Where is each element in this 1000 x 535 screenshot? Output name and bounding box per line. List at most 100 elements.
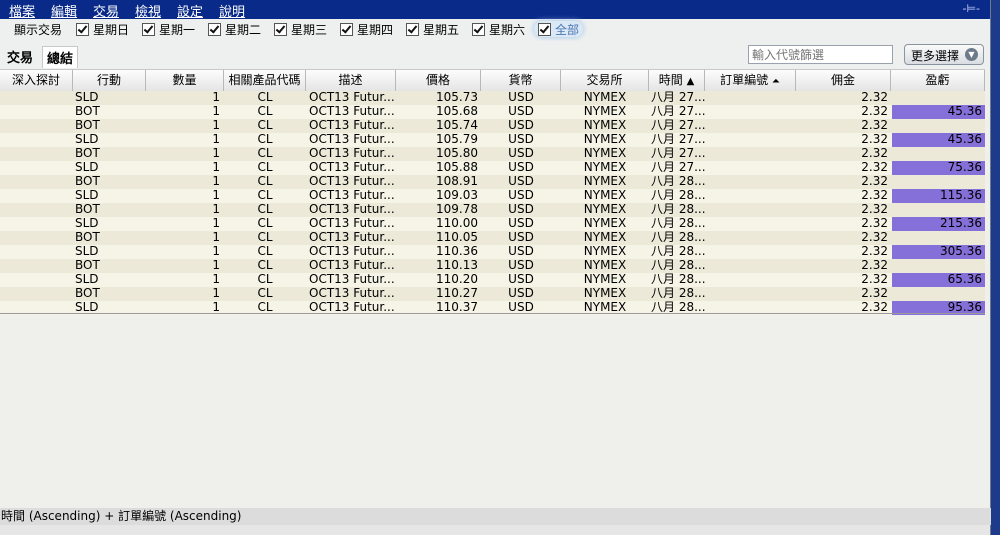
col-exchange[interactable]: 交易所: [561, 70, 649, 91]
trade-commission: 2.32: [861, 287, 888, 300]
pin-icon[interactable]: -⊨-: [962, 2, 980, 15]
trade-symbol: CL: [257, 133, 273, 146]
trade-currency: USD: [508, 259, 534, 272]
table-row[interactable]: BOT 1 CL OCT13 Futur... 110.05 USD NYMEX 八月 28.…: [0, 231, 985, 245]
trade-description: OCT13 Futur...: [309, 189, 395, 202]
symbol-filter-input[interactable]: [748, 45, 893, 64]
trade-symbol: CL: [257, 147, 273, 160]
col-commission[interactable]: 佣金: [796, 70, 891, 91]
menu-file[interactable]: 檔案: [9, 1, 35, 20]
menu-edit[interactable]: 編輯: [51, 1, 77, 20]
table-row[interactable]: SLD 1 CL OCT13 Futur... 105.73 USD NYMEX 八月 27.…: [0, 91, 985, 105]
trade-price: 110.05: [436, 231, 478, 244]
more-options-button[interactable]: 更多選擇 ▼: [904, 44, 984, 65]
day-checkbox-sunday[interactable]: 星期日: [76, 21, 129, 37]
trades-window: 檔案 編輯 交易 檢視 設定 說明 -⊨- 顯示交易 星期日 星期一 星期二 星…: [0, 0, 991, 535]
table-row[interactable]: SLD 1 CL OCT13 Futur... 110.20 USD NYMEX 八月 28.…: [0, 273, 985, 287]
trade-currency: USD: [508, 287, 534, 300]
trade-quantity: 1: [212, 189, 220, 202]
trade-price: 109.78: [436, 203, 478, 216]
trade-action: SLD: [75, 133, 99, 146]
trade-pnl: [892, 147, 985, 161]
col-underlying[interactable]: 相關產品代碼: [224, 70, 306, 91]
trade-currency: USD: [508, 245, 534, 258]
tab-summary[interactable]: 總結: [42, 46, 79, 68]
trade-symbol: CL: [257, 231, 273, 244]
chevron-down-icon: ▼: [965, 48, 978, 61]
col-description[interactable]: 描述: [306, 70, 396, 91]
col-price[interactable]: 價格: [396, 70, 481, 91]
trade-pnl: 115.36: [892, 189, 985, 203]
trade-commission: 2.32: [861, 217, 888, 230]
day-checkbox-thursday[interactable]: 星期四: [340, 21, 393, 37]
trade-symbol: CL: [257, 189, 273, 202]
sort-asc-secondary-icon: ⏶: [771, 76, 780, 87]
trade-symbol: CL: [257, 119, 273, 132]
trade-time: 八月 28...: [651, 217, 705, 230]
table-row[interactable]: SLD 1 CL OCT13 Futur... 109.03 USD NYMEX 八月 28.…: [0, 189, 985, 203]
trade-currency: USD: [508, 91, 534, 104]
trade-description: OCT13 Futur...: [309, 203, 395, 216]
checkbox-icon: [142, 23, 155, 36]
checkbox-icon: [340, 23, 353, 36]
trade-description: OCT13 Futur...: [309, 259, 395, 272]
menu-bar: 檔案 編輯 交易 檢視 設定 說明 -⊨-: [0, 0, 990, 20]
trade-symbol: CL: [257, 273, 273, 286]
menu-settings[interactable]: 設定: [177, 1, 203, 20]
col-time[interactable]: 時間 ▲: [649, 70, 705, 91]
trade-quantity: 1: [212, 105, 220, 118]
trade-symbol: CL: [257, 161, 273, 174]
col-currency[interactable]: 貨幣: [481, 70, 561, 91]
trade-commission: 2.32: [861, 231, 888, 244]
table-row[interactable]: SLD 1 CL OCT13 Futur... 105.88 USD NYMEX 八月 27.…: [0, 161, 985, 175]
trade-action: BOT: [75, 147, 100, 160]
trade-symbol: CL: [257, 105, 273, 118]
table-row[interactable]: BOT 1 CL OCT13 Futur... 109.78 USD NYMEX 八月 28.…: [0, 203, 985, 217]
table-row[interactable]: SLD 1 CL OCT13 Futur... 110.00 USD NYMEX 八月 28.…: [0, 217, 985, 231]
trade-commission: 2.32: [861, 91, 888, 104]
trade-time: 八月 28...: [651, 203, 705, 216]
trade-quantity: 1: [212, 259, 220, 272]
table-row[interactable]: BOT 1 CL OCT13 Futur... 105.74 USD NYMEX 八月 27.…: [0, 119, 985, 133]
trade-time: 八月 27...: [651, 119, 705, 132]
col-order-id[interactable]: 訂單編號 ⏶: [705, 70, 796, 91]
table-header: 深入探討 行動 數量 相關產品代碼 描述 價格 貨幣 交易所 時間 ▲ 訂單編號…: [0, 69, 985, 92]
day-checkbox-all[interactable]: 全部: [534, 21, 584, 37]
trade-time: 八月 28...: [651, 231, 705, 244]
trade-quantity: 1: [212, 287, 220, 300]
day-checkbox-monday[interactable]: 星期一: [142, 21, 195, 37]
table-row[interactable]: BOT 1 CL OCT13 Futur... 105.68 USD NYMEX 八月 27.…: [0, 105, 985, 119]
trade-exchange: NYMEX: [583, 133, 627, 146]
trade-pnl: [892, 175, 985, 189]
day-checkbox-tuesday[interactable]: 星期二: [208, 21, 261, 37]
table-row[interactable]: BOT 1 CL OCT13 Futur... 105.80 USD NYMEX 八月 27.…: [0, 147, 985, 161]
trade-quantity: 1: [212, 133, 220, 146]
menu-trade[interactable]: 交易: [93, 1, 119, 20]
more-options-label: 更多選擇: [911, 49, 960, 63]
col-time-label: 時間: [658, 73, 683, 87]
menu-help[interactable]: 說明: [219, 1, 245, 20]
col-pnl[interactable]: 盈虧: [891, 70, 985, 91]
table-row[interactable]: BOT 1 CL OCT13 Futur... 110.13 USD NYMEX 八月 28.…: [0, 259, 985, 273]
show-trades-label: 顯示交易: [14, 23, 63, 37]
table-row[interactable]: SLD 1 CL OCT13 Futur... 105.79 USD NYMEX 八月 27.…: [0, 133, 985, 147]
table-row[interactable]: BOT 1 CL OCT13 Futur... 108.91 USD NYMEX 八月 28.…: [0, 175, 985, 189]
trade-commission: 2.32: [861, 175, 888, 188]
window-bottom-edge: [0, 525, 990, 535]
trade-time: 八月 28...: [651, 273, 705, 286]
trade-exchange: NYMEX: [583, 147, 627, 160]
table-row[interactable]: SLD 1 CL OCT13 Futur... 110.36 USD NYMEX 八月 28.…: [0, 245, 985, 259]
menu-view[interactable]: 檢視: [135, 1, 161, 20]
trade-exchange: NYMEX: [583, 105, 627, 118]
day-checkbox-saturday[interactable]: 星期六: [472, 21, 525, 37]
col-drilldown[interactable]: 深入探討: [0, 70, 73, 91]
col-quantity[interactable]: 數量: [146, 70, 224, 91]
trade-commission: 2.32: [861, 119, 888, 132]
table-row[interactable]: BOT 1 CL OCT13 Futur... 110.27 USD NYMEX 八月 28.…: [0, 287, 985, 301]
trade-time: 八月 28...: [651, 175, 705, 188]
day-checkbox-wednesday[interactable]: 星期三: [274, 21, 327, 37]
day-checkbox-friday[interactable]: 星期五: [406, 21, 459, 37]
tab-trades[interactable]: 交易: [7, 47, 33, 66]
checkbox-icon: [208, 23, 221, 36]
col-action[interactable]: 行動: [73, 70, 146, 91]
